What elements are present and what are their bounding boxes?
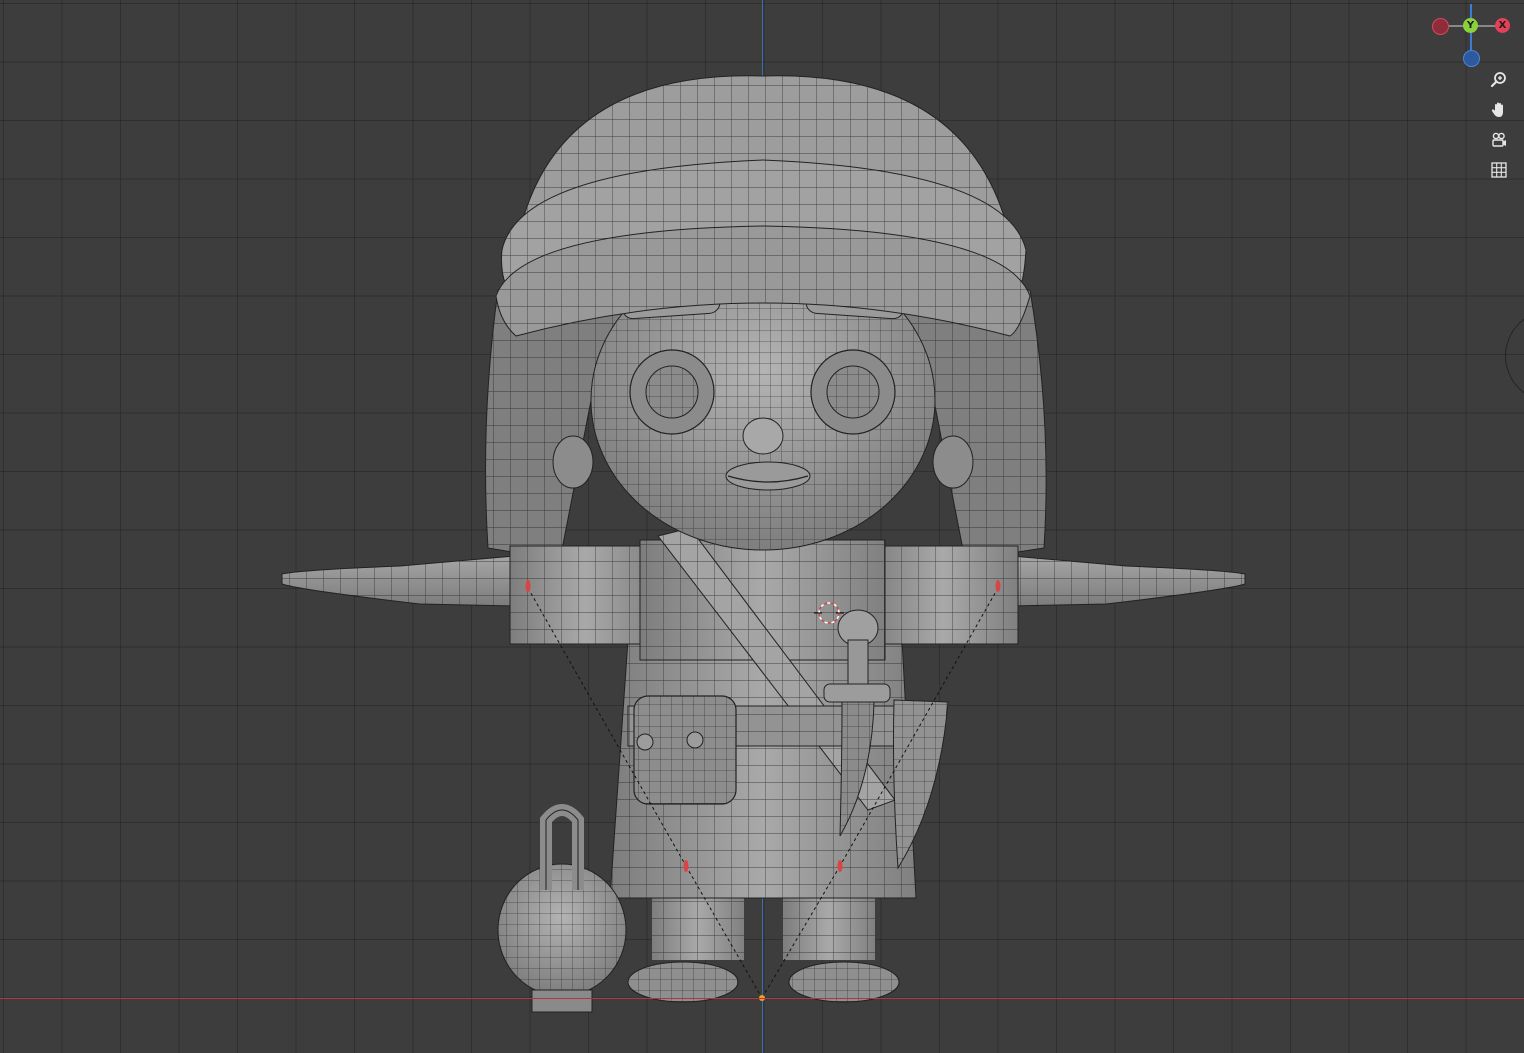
grid-view-button[interactable] [1486, 157, 1512, 183]
legs [627, 890, 900, 1003]
hand-icon [1491, 102, 1503, 117]
navigation-gizmo[interactable]: Y X [1420, 4, 1520, 72]
clay-jug [497, 804, 627, 1013]
pan-button[interactable] [1486, 97, 1512, 123]
camera-icon [1492, 132, 1506, 147]
x-axis-line [0, 998, 1524, 999]
grid-icon [1491, 162, 1507, 178]
zoom-icon [1490, 72, 1506, 88]
3d-viewport[interactable]: Y X [0, 0, 1524, 1053]
turban [495, 75, 1031, 337]
gizmo-x-axis-ball[interactable]: X [1495, 18, 1510, 33]
camera-view-button[interactable] [1486, 127, 1512, 153]
gizmo-y-axis[interactable]: Y [1463, 18, 1478, 33]
gizmo-x-negative[interactable] [1432, 18, 1449, 35]
zoom-button[interactable] [1486, 67, 1512, 93]
gizmo-z-negative[interactable] [1463, 50, 1480, 67]
character-model[interactable] [0, 0, 1524, 1053]
pouch [633, 695, 737, 805]
